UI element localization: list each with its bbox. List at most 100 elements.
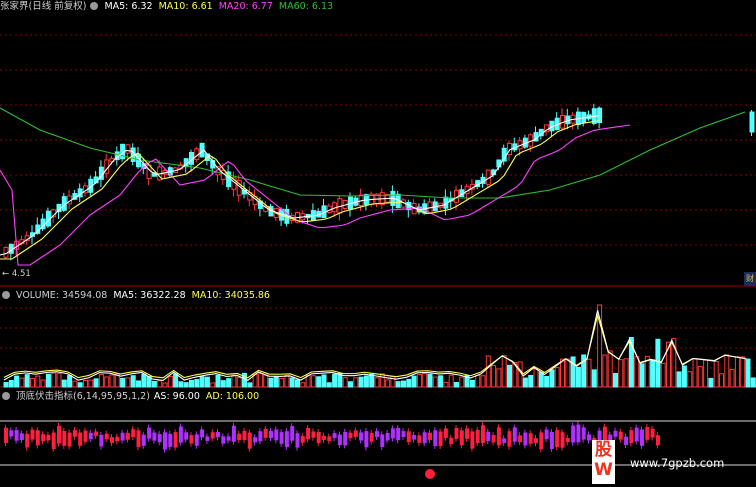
volume-bar — [40, 379, 46, 388]
volume-bar — [141, 373, 147, 388]
volume-bar — [83, 379, 88, 388]
volume-bar — [713, 360, 719, 388]
indicator-bar — [136, 430, 141, 448]
volume-bar — [310, 375, 316, 388]
indicator-bar — [322, 435, 326, 440]
volume-bar — [263, 374, 269, 388]
indicator-bar — [300, 436, 305, 443]
volume-bar — [734, 356, 740, 388]
volume-bar — [61, 379, 67, 388]
volume-bar — [496, 368, 502, 388]
volume-bar — [544, 375, 550, 388]
volume-bar — [173, 373, 179, 388]
finance-side-tab[interactable]: 财 — [744, 272, 756, 286]
volume-bar — [745, 358, 751, 388]
indicator-bar — [157, 434, 162, 443]
volume-chart[interactable] — [0, 288, 756, 388]
watermark-logo: 股W — [592, 440, 615, 484]
indicator-bar — [184, 432, 189, 440]
volume-bar — [56, 372, 62, 388]
volume-bar — [549, 369, 555, 388]
indicator-bar — [443, 428, 448, 438]
indicator-bar — [390, 428, 395, 439]
indicator-bar — [539, 432, 544, 450]
indicator-bar — [412, 434, 417, 440]
low-price-value: 4.51 — [11, 269, 31, 279]
volume-bar — [554, 367, 560, 388]
volume-bar — [125, 377, 131, 388]
indicator-bar — [581, 427, 586, 440]
volume-bar — [268, 377, 274, 388]
indicator-bar — [385, 432, 390, 441]
volume-bar — [226, 378, 232, 388]
indicator-bar — [496, 427, 501, 446]
indicator-bar — [306, 428, 311, 440]
volume-bar — [342, 377, 348, 388]
volume-bar — [538, 372, 544, 388]
price-chart[interactable] — [0, 0, 756, 287]
volume-bar — [385, 379, 391, 388]
volume-bar — [51, 372, 57, 388]
indicator-bar — [41, 434, 46, 442]
price-chart-panel[interactable] — [0, 0, 756, 287]
volume-bar — [231, 374, 237, 388]
indicator-as-label: AS: 96.00 — [153, 391, 200, 402]
indicator-bar — [449, 437, 454, 445]
volume-bar — [475, 374, 481, 388]
indicator-bar — [613, 430, 618, 437]
indicator-bar — [465, 428, 470, 439]
volume-bar — [210, 382, 216, 388]
indicator-bar — [147, 427, 152, 439]
indicator-bar — [295, 433, 300, 448]
volume-bar — [183, 382, 189, 388]
indicator-bar — [518, 435, 523, 443]
indicator-legend: 顶底伏击指标(6,14,95,95,1,2) AS: 96.00 AD: 106.0… — [0, 390, 265, 403]
indicator-circle-icon[interactable] — [2, 392, 10, 400]
indicator-bar — [152, 432, 157, 441]
indicator-bar — [316, 431, 321, 444]
volume-bar — [443, 381, 449, 388]
volume-bar — [279, 378, 285, 388]
volume-legend: VOLUME: 34594.08 MA5: 36322.28 MA10: 34035… — [0, 289, 276, 302]
indicator-bar — [337, 434, 342, 446]
indicator-bar — [67, 432, 72, 447]
volume-bar — [438, 375, 444, 388]
indicator-bar — [348, 432, 353, 439]
volume-bar — [14, 375, 20, 388]
indicator-bar — [380, 434, 385, 448]
volume-bar — [93, 378, 99, 388]
indicator-bar — [327, 436, 332, 442]
indicator-bar — [57, 425, 61, 444]
volume-circle-icon[interactable] — [2, 291, 10, 299]
security-title: 张家界(日线 前复权) — [0, 1, 87, 12]
volume-bar — [19, 377, 25, 388]
settings-circle-icon[interactable] — [90, 2, 99, 10]
volume-bar — [194, 379, 200, 388]
volume-bar — [432, 376, 438, 388]
volume-bar — [448, 374, 454, 388]
volume-bar — [681, 365, 687, 388]
volume-bar — [613, 372, 618, 388]
indicator-bar — [512, 427, 517, 442]
volume-bar — [45, 373, 51, 388]
volume-bar — [708, 377, 714, 388]
indicator-bar — [311, 431, 316, 438]
volume-chart-panel[interactable] — [0, 288, 756, 388]
volume-bar — [284, 374, 290, 388]
volume-bar — [35, 375, 41, 388]
volume-bar — [289, 377, 295, 388]
indicator-bar — [4, 427, 8, 443]
volume-bar — [618, 359, 624, 388]
volume-bar — [491, 365, 497, 388]
volume-bar — [607, 350, 613, 388]
site-watermark: 股W www.7gpzb.com — [592, 438, 756, 487]
indicator-bar — [438, 431, 443, 446]
watermark-url: www.7gpzb.com — [630, 456, 725, 470]
indicator-bar — [72, 429, 77, 437]
volume-bar — [560, 358, 565, 388]
volume-bar — [650, 359, 656, 388]
indicator-bar — [454, 428, 459, 439]
indicator-bar — [269, 430, 273, 439]
candle-body — [125, 144, 131, 154]
volume-bar — [178, 381, 184, 388]
